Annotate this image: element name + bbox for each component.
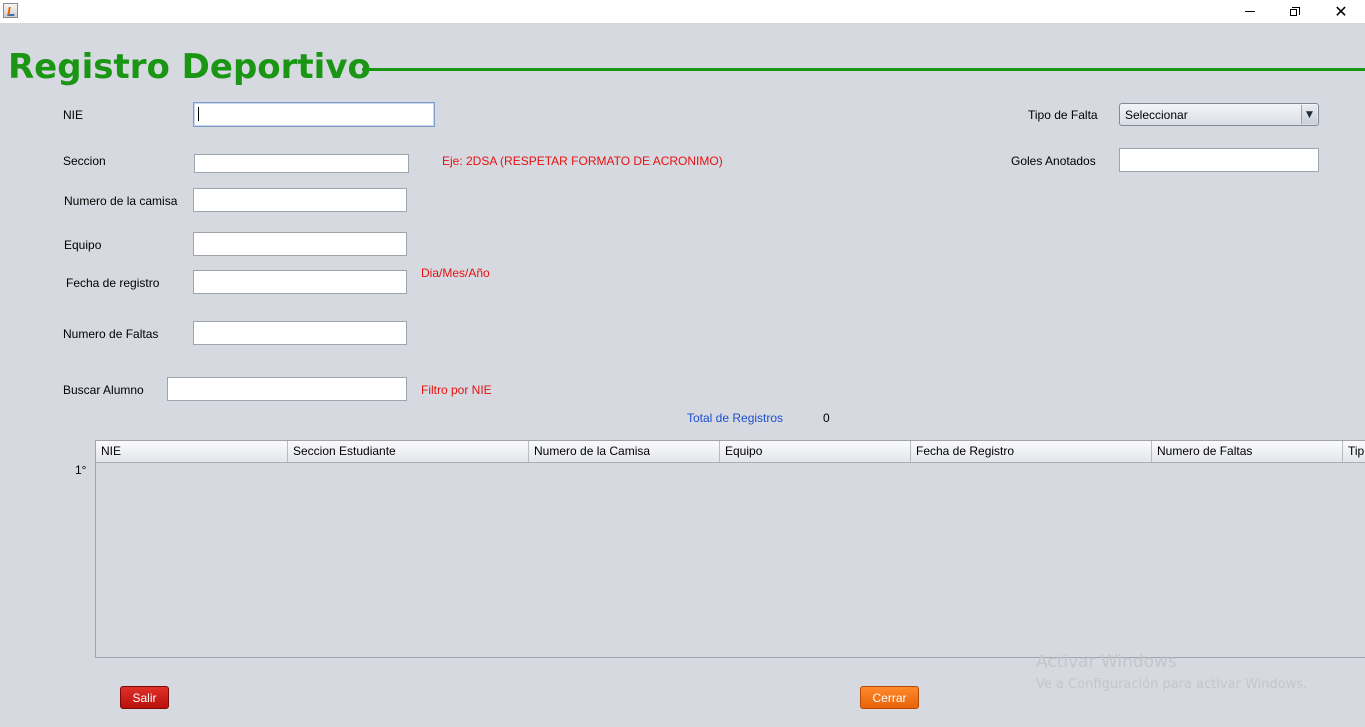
column-header-seccion[interactable]: Seccion Estudiante xyxy=(288,441,529,462)
camisa-input[interactable] xyxy=(193,188,407,212)
seccion-hint: Eje: 2DSA (RESPETAR FORMATO DE ACRONIMO) xyxy=(442,154,723,168)
seccion-input[interactable] xyxy=(194,154,409,173)
table-header: NIE Seccion Estudiante Numero de la Cami… xyxy=(96,441,1365,463)
fecha-hint: Dia/Mes/Año xyxy=(421,266,490,280)
buscar-label: Buscar Alumno xyxy=(63,383,144,397)
total-registros-label: Total de Registros xyxy=(687,411,784,425)
fecha-label: Fecha de registro xyxy=(66,276,160,290)
activation-watermark-text: Ve a Configuración para activar Windows. xyxy=(1036,677,1308,692)
salir-button[interactable]: Salir xyxy=(120,686,169,709)
row-number: 1° xyxy=(75,463,87,477)
tipo-falta-label: Tipo de Falta xyxy=(1028,108,1098,122)
title-divider xyxy=(362,68,1365,71)
column-header-fecha[interactable]: Fecha de Registro xyxy=(911,441,1152,462)
column-header-camisa[interactable]: Numero de la Camisa xyxy=(529,441,720,462)
close-icon[interactable]: ✕ xyxy=(1318,0,1364,23)
fecha-input[interactable] xyxy=(193,270,407,294)
text-caret xyxy=(198,107,199,121)
restore-icon[interactable] xyxy=(1272,0,1318,23)
column-header-equipo[interactable]: Equipo xyxy=(720,441,911,462)
cerrar-button[interactable]: Cerrar xyxy=(860,686,919,709)
dropdown-arrow-icon[interactable]: ▼ xyxy=(1301,105,1317,124)
activation-watermark-title: Activar Windows xyxy=(1036,652,1177,672)
faltas-input[interactable] xyxy=(193,321,407,345)
window-titlebar: ✕ xyxy=(0,0,1365,23)
equipo-input[interactable] xyxy=(193,232,407,256)
nie-label: NIE xyxy=(63,108,84,122)
minimize-icon[interactable] xyxy=(1227,0,1273,23)
java-app-icon[interactable] xyxy=(3,3,18,18)
seccion-label: Seccion xyxy=(63,154,106,168)
goles-input[interactable] xyxy=(1119,148,1319,172)
column-header-tipo[interactable]: Tip xyxy=(1343,441,1365,462)
records-table[interactable]: NIE Seccion Estudiante Numero de la Cami… xyxy=(95,440,1365,658)
tipo-falta-select[interactable]: Seleccionar ▼ xyxy=(1119,103,1319,126)
column-header-faltas[interactable]: Numero de Faltas xyxy=(1152,441,1343,462)
faltas-label: Numero de Faltas xyxy=(63,327,159,341)
goles-label: Goles Anotados xyxy=(1011,154,1096,168)
camisa-label: Numero de la camisa xyxy=(64,194,178,208)
buscar-hint: Filtro por NIE xyxy=(421,383,492,397)
buscar-input[interactable] xyxy=(167,377,407,401)
total-registros-value: 0 xyxy=(823,411,830,425)
equipo-label: Equipo xyxy=(64,238,102,252)
column-header-nie[interactable]: NIE xyxy=(96,441,288,462)
page-title: Registro Deportivo xyxy=(8,47,371,87)
tipo-falta-selected: Seleccionar xyxy=(1125,108,1188,122)
nie-input[interactable] xyxy=(193,102,435,127)
